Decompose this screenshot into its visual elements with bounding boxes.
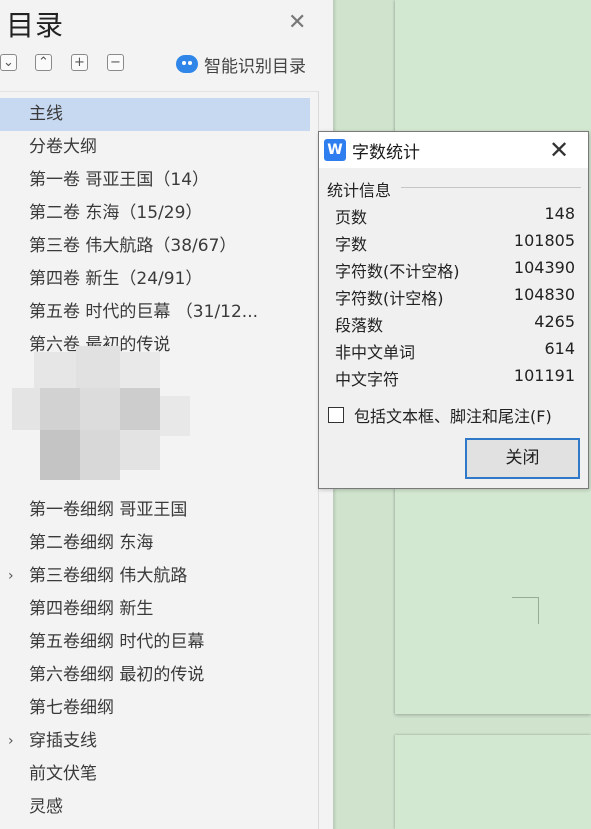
smart-toc-button[interactable]: 智能识别目录: [176, 52, 306, 77]
stat-value: 4265: [534, 312, 575, 331]
toc-item-label: 第六卷细纲 最初的传说: [29, 665, 205, 685]
toc-item[interactable]: 第七卷细纲: [0, 692, 310, 725]
checkbox-label: 包括文本框、脚注和尾注(F): [354, 407, 552, 426]
toc-item[interactable]: 主线: [0, 98, 310, 131]
wps-writer-icon: W: [324, 139, 346, 161]
stat-value: 148: [544, 204, 575, 223]
toc-item-label: 第五卷细纲 时代的巨幕: [29, 632, 205, 652]
toc-item[interactable]: 第五卷 时代的巨幕 （31/12...: [0, 296, 310, 329]
stat-value: 101805: [513, 231, 575, 250]
toc-item-label: 第四卷细纲 新生: [29, 599, 154, 619]
group-divider: [401, 187, 581, 188]
toc-item[interactable]: 第一卷细纲 哥亚王国: [0, 494, 310, 527]
stat-row: 中文字符 101191: [335, 366, 575, 393]
toc-item[interactable]: 第三卷 伟大航路（38/67）: [0, 230, 310, 263]
toc-item[interactable]: 第一卷 哥亚王国（14）: [0, 164, 310, 197]
document-page-next[interactable]: [395, 735, 591, 829]
toc-item-label: 前文伏笔: [29, 764, 97, 784]
toc-item[interactable]: 第二卷细纲 东海: [0, 527, 310, 560]
toc-item[interactable]: 第四卷 新生（24/91）: [0, 263, 310, 296]
ai-assistant-icon: [176, 55, 198, 73]
stat-row: 字符数(不计空格) 104390: [335, 258, 575, 285]
stat-row: 页数 148: [335, 204, 575, 231]
dialog-title: 字数统计: [352, 143, 420, 163]
collapse-all-button[interactable]: ⌄: [0, 54, 17, 71]
toc-item-label: 第四卷 新生（24/91）: [29, 269, 203, 289]
toc-item-label: 第三卷细纲 伟大航路: [29, 566, 188, 586]
close-pane-icon[interactable]: ✕: [288, 10, 306, 36]
word-count-dialog: W 字数统计 ✕ 统计信息 页数 148 字数 101805 字符数(不计空格) 1043…: [318, 131, 589, 489]
pane-title: 目录: [6, 9, 65, 42]
stat-label: 非中文单词: [335, 343, 416, 362]
toc-item[interactable]: 第五卷细纲 时代的巨幕: [0, 626, 310, 659]
toc-item-label: 第二卷细纲 东海: [29, 533, 154, 553]
toc-item[interactable]: 前文伏笔: [0, 758, 310, 791]
page-margin-corner-mark: [512, 597, 539, 624]
stat-label: 中文字符: [335, 370, 400, 389]
toc-item-label: 第三卷 伟大航路（38/67）: [29, 236, 237, 256]
stat-label: 字符数(不计空格): [335, 262, 460, 281]
stat-label: 页数: [335, 208, 368, 227]
close-button[interactable]: 关闭: [465, 438, 580, 479]
toc-item[interactable]: › 第三卷细纲 伟大航路: [0, 560, 310, 593]
stat-label: 字数: [335, 235, 368, 254]
toc-item-label: 分卷大纲: [29, 137, 97, 157]
remove-heading-button[interactable]: −: [107, 54, 124, 71]
add-heading-button[interactable]: +: [71, 54, 88, 71]
chevron-right-icon[interactable]: ›: [8, 560, 14, 593]
stat-value: 614: [544, 339, 575, 358]
toc-item[interactable]: 第二卷 东海（15/29）: [0, 197, 310, 230]
toc-item-label: 第一卷细纲 哥亚王国: [29, 500, 188, 520]
stat-row: 非中文单词 614: [335, 339, 575, 366]
toc-item[interactable]: 灵感: [0, 791, 310, 824]
toc-item[interactable]: 第六卷细纲 最初的传说: [0, 659, 310, 692]
pixelated-obscured-area: [12, 346, 190, 486]
toc-item-label: 灵感: [29, 797, 63, 817]
close-dialog-icon[interactable]: ✕: [549, 135, 569, 165]
level-up-button[interactable]: ⌃: [35, 54, 52, 71]
navigation-pane: 目录 ✕ ⌄ ⌃ + − 智能识别目录 主线分卷大纲第一卷 哥亚王国（14） 第二…: [0, 0, 319, 829]
include-textbox-footnotes-checkbox[interactable]: 包括文本框、脚注和尾注(F): [328, 403, 552, 427]
group-title: 统计信息: [327, 177, 395, 201]
chevron-right-icon[interactable]: ›: [8, 725, 14, 758]
checkbox[interactable]: [328, 407, 344, 423]
stat-row: 段落数 4265: [335, 312, 575, 339]
toc-item-label: 主线: [29, 104, 63, 124]
toc-item-label: 第二卷 东海（15/29）: [29, 203, 203, 223]
stat-label: 字符数(计空格): [335, 289, 444, 308]
stat-row: 字数 101805: [335, 231, 575, 258]
stat-value: 104390: [513, 258, 575, 277]
stat-label: 段落数: [335, 316, 384, 335]
toc-item[interactable]: 分卷大纲: [0, 131, 310, 164]
stat-value: 101191: [513, 366, 575, 385]
toc-item-label: 第七卷细纲: [29, 698, 114, 718]
toc-item[interactable]: 第四卷细纲 新生: [0, 593, 310, 626]
toc-item-label: 第一卷 哥亚王国（14）: [29, 170, 210, 190]
toc-item-label: 第五卷 时代的巨幕 （31/12...: [29, 302, 259, 322]
smart-toc-label: 智能识别目录: [204, 56, 306, 77]
toc-item-label: 穿插支线: [29, 731, 97, 751]
stat-row: 字符数(计空格) 104830: [335, 285, 575, 312]
toc-item[interactable]: › 穿插支线: [0, 725, 310, 758]
dialog-titlebar[interactable]: W 字数统计 ✕: [319, 132, 588, 168]
divider: [0, 91, 319, 92]
stat-value: 104830: [513, 285, 575, 304]
